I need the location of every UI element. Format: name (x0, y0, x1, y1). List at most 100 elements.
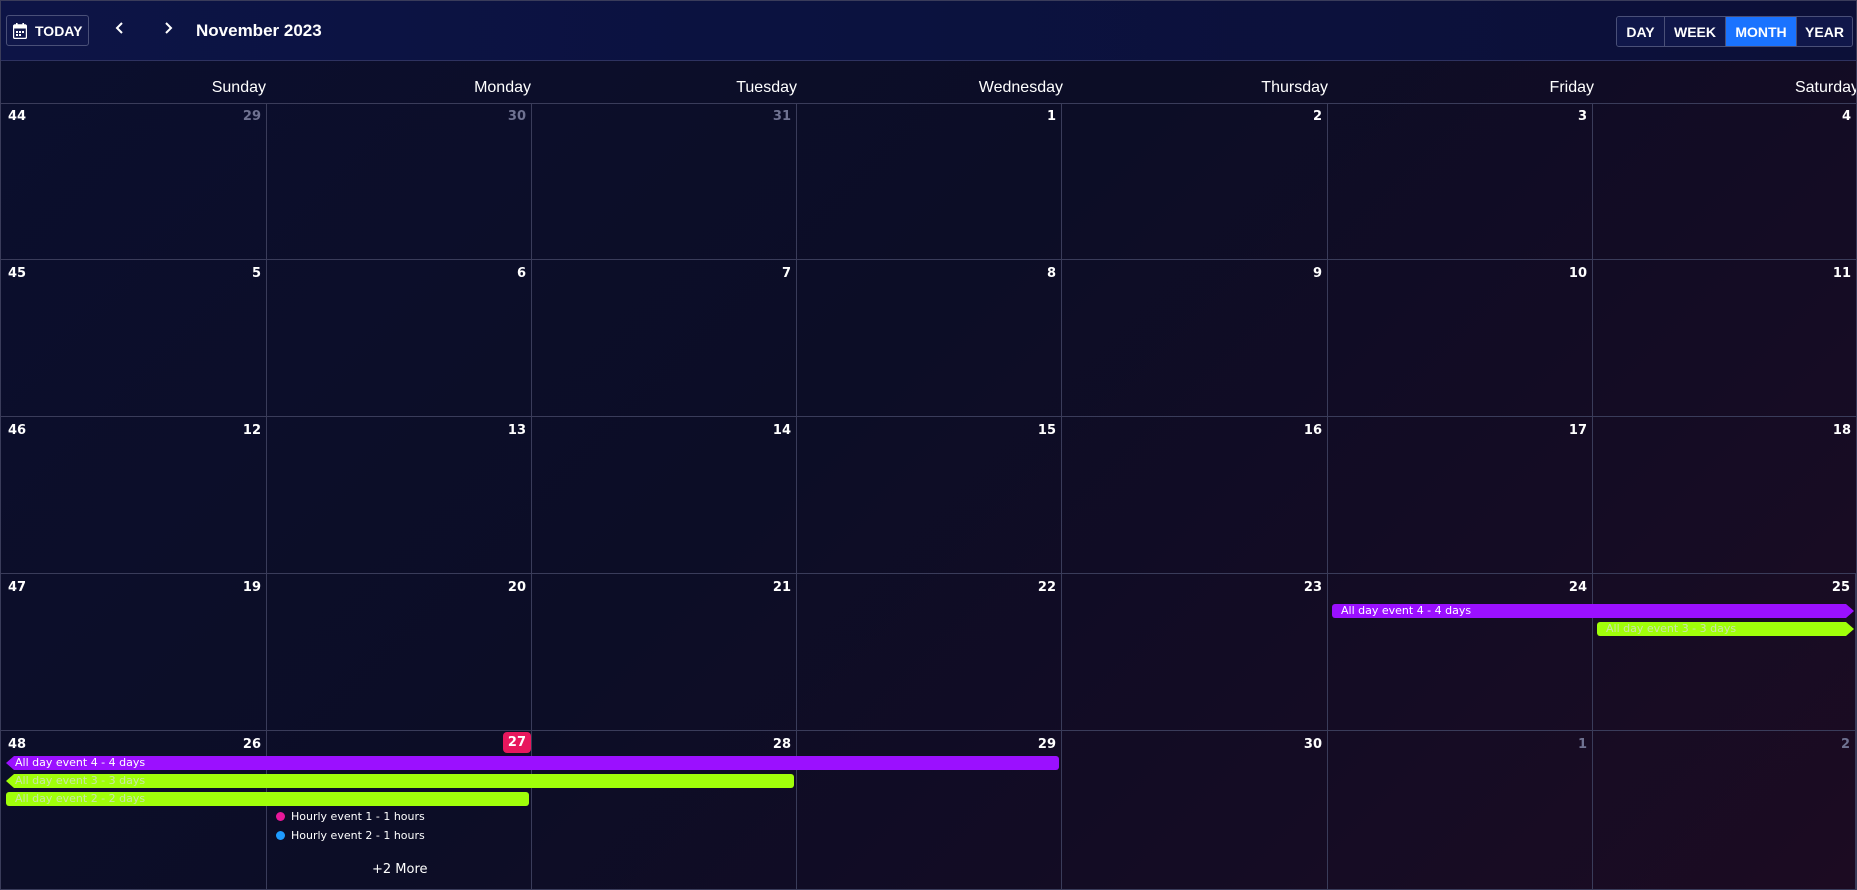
day-number: 21 (772, 580, 791, 595)
day-cell[interactable]: 10 (1328, 260, 1593, 417)
day-cell[interactable]: 9 (1062, 260, 1328, 417)
week-row: 46 12 13 14 15 16 17 18 (1, 417, 1856, 574)
day-cell[interactable]: 25 (1593, 574, 1856, 731)
week-number: 46 (8, 423, 27, 438)
week-row: 48 26 27 28 29 30 1 2 All day event 4 - … (1, 731, 1856, 889)
all-day-event-4[interactable]: All day event 4 - 4 days (1332, 604, 1854, 618)
day-cell[interactable]: 1 (1328, 731, 1593, 889)
day-cell[interactable]: 20 (267, 574, 532, 731)
weekday-label: Wednesday (978, 79, 1063, 96)
day-cell[interactable]: 13 (267, 417, 532, 574)
weekday-label: Saturday (1794, 79, 1857, 96)
day-number: 28 (772, 737, 791, 752)
today-button[interactable]: TODAY (6, 15, 89, 46)
day-cell[interactable]: 2 (1593, 731, 1856, 889)
day-cell[interactable]: 7 (532, 260, 797, 417)
week-row: 44 29 30 31 1 2 3 4 (1, 103, 1856, 260)
day-number: 12 (242, 423, 261, 438)
hourly-event-2[interactable]: Hourly event 2 - 1 hours (276, 827, 425, 843)
day-cell[interactable]: 4 (1593, 103, 1856, 260)
day-cell[interactable]: 15 (797, 417, 1062, 574)
day-cell[interactable]: 21 (532, 574, 797, 731)
day-cell[interactable]: 11 (1593, 260, 1856, 417)
day-cell[interactable]: 8 (797, 260, 1062, 417)
all-day-event-3[interactable]: All day event 3 - 3 days (6, 774, 794, 788)
day-number: 22 (1037, 580, 1056, 595)
day-cell[interactable]: 46 12 (1, 417, 267, 574)
week-row: 47 19 20 21 22 23 24 25 All day event 4 … (1, 574, 1856, 731)
day-cell[interactable]: 22 (797, 574, 1062, 731)
day-cell[interactable]: 6 (267, 260, 532, 417)
day-number: 11 (1832, 266, 1851, 281)
month-grid: 44 29 30 31 1 2 3 4 45 5 6 7 8 9 10 11 4… (1, 103, 1856, 889)
day-number: 15 (1037, 423, 1056, 438)
day-cell[interactable]: 30 (267, 103, 532, 260)
day-cell[interactable]: 14 (532, 417, 797, 574)
day-number: 8 (1046, 266, 1056, 281)
weekday-label: Monday (474, 79, 531, 96)
day-cell[interactable]: 24 (1328, 574, 1593, 731)
view-day-button[interactable]: DAY (1617, 17, 1665, 46)
day-number: 13 (507, 423, 526, 438)
weekday-label: Sunday (211, 79, 266, 96)
day-cell[interactable]: 3 (1328, 103, 1593, 260)
day-cell[interactable]: 23 (1062, 574, 1328, 731)
day-cell[interactable]: 16 (1062, 417, 1328, 574)
all-day-event-3[interactable]: All day event 3 - 3 days (1597, 622, 1854, 636)
day-number: 30 (1303, 737, 1322, 752)
day-cell[interactable]: 31 (532, 103, 797, 260)
event-dot-icon (276, 830, 285, 840)
weekday-label: Tuesday (736, 79, 797, 96)
day-number: 2 (1840, 737, 1850, 752)
day-number: 29 (242, 109, 261, 124)
hourly-event-label: Hourly event 1 - 1 hours (291, 809, 425, 823)
calendar-app: TODAY November 2023 DAY WEEK MONTH YEAR (0, 0, 1857, 890)
day-cell[interactable]: 47 19 (1, 574, 267, 731)
day-cell[interactable]: 17 (1328, 417, 1593, 574)
week-number: 48 (8, 737, 27, 752)
view-switcher: DAY WEEK MONTH YEAR (1616, 16, 1853, 47)
day-number: 24 (1568, 580, 1587, 595)
day-number: 26 (242, 737, 261, 752)
previous-month-button[interactable] (105, 15, 135, 46)
day-cell[interactable]: 18 (1593, 417, 1856, 574)
hourly-event-label: Hourly event 2 - 1 hours (291, 828, 425, 842)
view-year-button[interactable]: YEAR (1797, 17, 1852, 46)
today-button-label: TODAY (35, 22, 83, 39)
day-cell[interactable]: 44 29 (1, 103, 267, 260)
next-month-button[interactable] (153, 15, 183, 46)
day-number: 2 (1312, 109, 1322, 124)
week-number: 44 (8, 109, 27, 124)
view-month-button[interactable]: MONTH (1726, 17, 1797, 46)
day-number: 23 (1303, 580, 1322, 595)
day-number: 30 (507, 109, 526, 124)
day-number: 14 (772, 423, 791, 438)
calendar-toolbar: TODAY November 2023 DAY WEEK MONTH YEAR (1, 1, 1856, 61)
day-cell[interactable]: 28 (532, 731, 797, 889)
day-number: 4 (1841, 109, 1851, 124)
day-cell[interactable]: 29 (797, 731, 1062, 889)
day-number: 7 (781, 266, 791, 281)
day-cell[interactable]: 1 (797, 103, 1062, 260)
day-number: 3 (1577, 109, 1587, 124)
more-events-link[interactable]: +2 More (372, 862, 428, 877)
current-month-title: November 2023 (196, 21, 322, 40)
day-cell[interactable]: 30 (1062, 731, 1328, 889)
day-number: 25 (1831, 580, 1850, 595)
chevron-right-icon (163, 21, 173, 40)
day-cell[interactable]: 48 26 (1, 731, 267, 889)
day-number: 16 (1303, 423, 1322, 438)
all-day-event-4[interactable]: All day event 4 - 4 days (6, 756, 1059, 770)
chevron-left-icon (115, 21, 125, 40)
calendar-icon (12, 22, 28, 39)
day-cell[interactable]: 2 (1062, 103, 1328, 260)
hourly-event-1[interactable]: Hourly event 1 - 1 hours (276, 808, 425, 824)
today-day-number: 27 (502, 732, 531, 753)
week-row: 45 5 6 7 8 9 10 11 (1, 260, 1856, 417)
view-week-button[interactable]: WEEK (1665, 17, 1726, 46)
week-number: 45 (8, 266, 27, 281)
day-cell[interactable]: 45 5 (1, 260, 267, 417)
weekday-label: Thursday (1261, 79, 1328, 96)
day-number: 17 (1568, 423, 1587, 438)
all-day-event-2[interactable]: All day event 2 - 2 days (6, 792, 529, 806)
